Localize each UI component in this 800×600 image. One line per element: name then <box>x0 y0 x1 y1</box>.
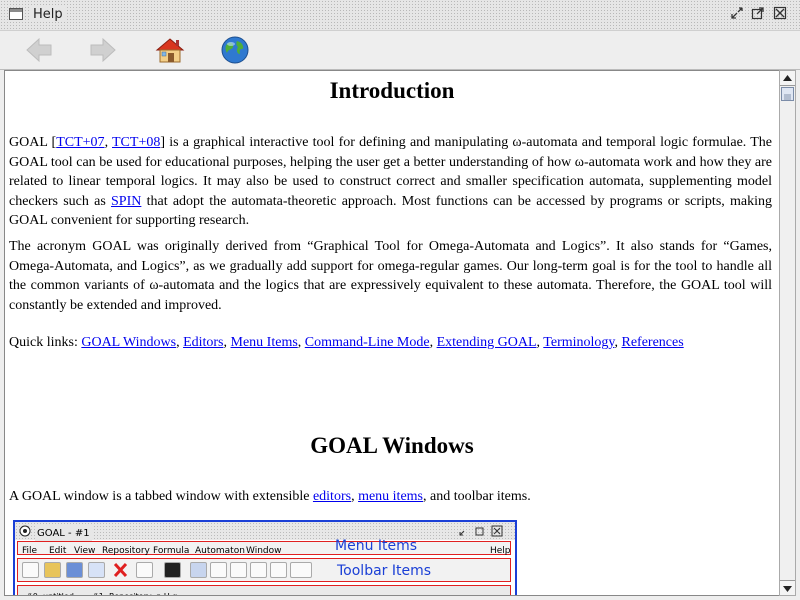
close-icon[interactable] <box>773 6 787 20</box>
back-arrow-icon <box>26 37 52 63</box>
link-menu-items[interactable]: Menu Items <box>231 335 298 350</box>
link-tct08[interactable]: TCT+08 <box>112 135 160 150</box>
open-folder-icon <box>44 562 61 578</box>
goal-window-screenshot: GOAL - #1 File Edit View Repository Form… <box>13 520 517 595</box>
pirate-icon <box>250 562 267 578</box>
save-icon <box>66 562 83 578</box>
delete-icon <box>112 562 129 578</box>
window-title: Help <box>30 7 66 22</box>
goal-windows-heading: GOAL Windows <box>310 433 474 458</box>
quick-links: Quick links: GOAL Windows, Editors, Menu… <box>9 335 684 350</box>
screenshot-tab-1: #1: Repository: p U q <box>92 587 177 595</box>
link-command-line-mode[interactable]: Command-Line Mode <box>305 335 430 350</box>
help-content[interactable]: Introduction GOAL [TCT+07, TCT+08] is a … <box>4 70 780 596</box>
edit-icon <box>88 562 105 578</box>
title-bar: Help <box>0 0 800 31</box>
intro-paragraph-2: The acronym GOAL was originally derived … <box>9 239 772 313</box>
menu-items-callout: Menu Items <box>335 538 418 554</box>
scroll-up-icon <box>783 75 792 81</box>
pointer-icon <box>190 562 207 578</box>
scroll-down-icon <box>783 586 792 592</box>
properties-icon <box>136 562 153 578</box>
toolbar <box>0 31 800 70</box>
window-icon <box>9 8 23 20</box>
link-editors-inline[interactable]: editors <box>313 489 351 504</box>
screenshot-window-controls-icon <box>459 525 503 537</box>
grip-icon <box>784 94 791 100</box>
screenshot-toolbar <box>17 558 511 582</box>
link-tct07[interactable]: TCT+07 <box>56 135 104 150</box>
scroll-down-button[interactable] <box>780 580 795 595</box>
goal-windows-paragraph: A GOAL window is a tabbed window with ex… <box>9 489 531 504</box>
new-file-icon <box>22 562 39 578</box>
scroll-up-button[interactable] <box>780 71 795 86</box>
vertical-scrollbar[interactable] <box>779 70 796 596</box>
label-icon <box>270 562 287 578</box>
globe-icon <box>221 36 249 64</box>
screenshot-title-bar: GOAL - #1 <box>15 522 515 544</box>
screenshot-tabs: #0: untitled #1: Repository: p U q <box>17 585 511 595</box>
iconify-icon[interactable] <box>730 6 744 20</box>
maximize-icon[interactable] <box>751 6 765 20</box>
scroll-thumb[interactable] <box>781 87 794 101</box>
intro-paragraph-1: GOAL [TCT+07, TCT+08] is a graphical int… <box>9 135 773 228</box>
link-references[interactable]: References <box>622 335 684 350</box>
transition-icon <box>230 562 247 578</box>
screenshot-menu-bar: File Edit View Repository Formula Automa… <box>17 541 511 556</box>
link-editors[interactable]: Editors <box>183 335 223 350</box>
link-spin[interactable]: SPIN <box>111 194 141 209</box>
state-icon <box>210 562 227 578</box>
goal-logo-icon <box>19 525 31 537</box>
forward-arrow-icon <box>90 37 116 63</box>
toolbar-items-callout: Toolbar Items <box>337 563 432 579</box>
link-goal-windows[interactable]: GOAL Windows <box>81 335 176 350</box>
link-menu-items-inline[interactable]: menu items <box>358 489 423 504</box>
home-icon <box>155 38 185 63</box>
link-extending-goal[interactable]: Extending GOAL <box>437 335 537 350</box>
forward-button[interactable] <box>88 35 118 65</box>
home-button[interactable] <box>154 35 185 65</box>
web-button[interactable] <box>220 35 250 65</box>
intro-heading: Introduction <box>329 78 455 103</box>
screenshot-tab-0: #0: untitled <box>26 587 74 595</box>
link-terminology[interactable]: Terminology <box>543 335 614 350</box>
back-button[interactable] <box>24 35 54 65</box>
dice-icon <box>164 562 181 578</box>
view-icon <box>290 562 312 578</box>
